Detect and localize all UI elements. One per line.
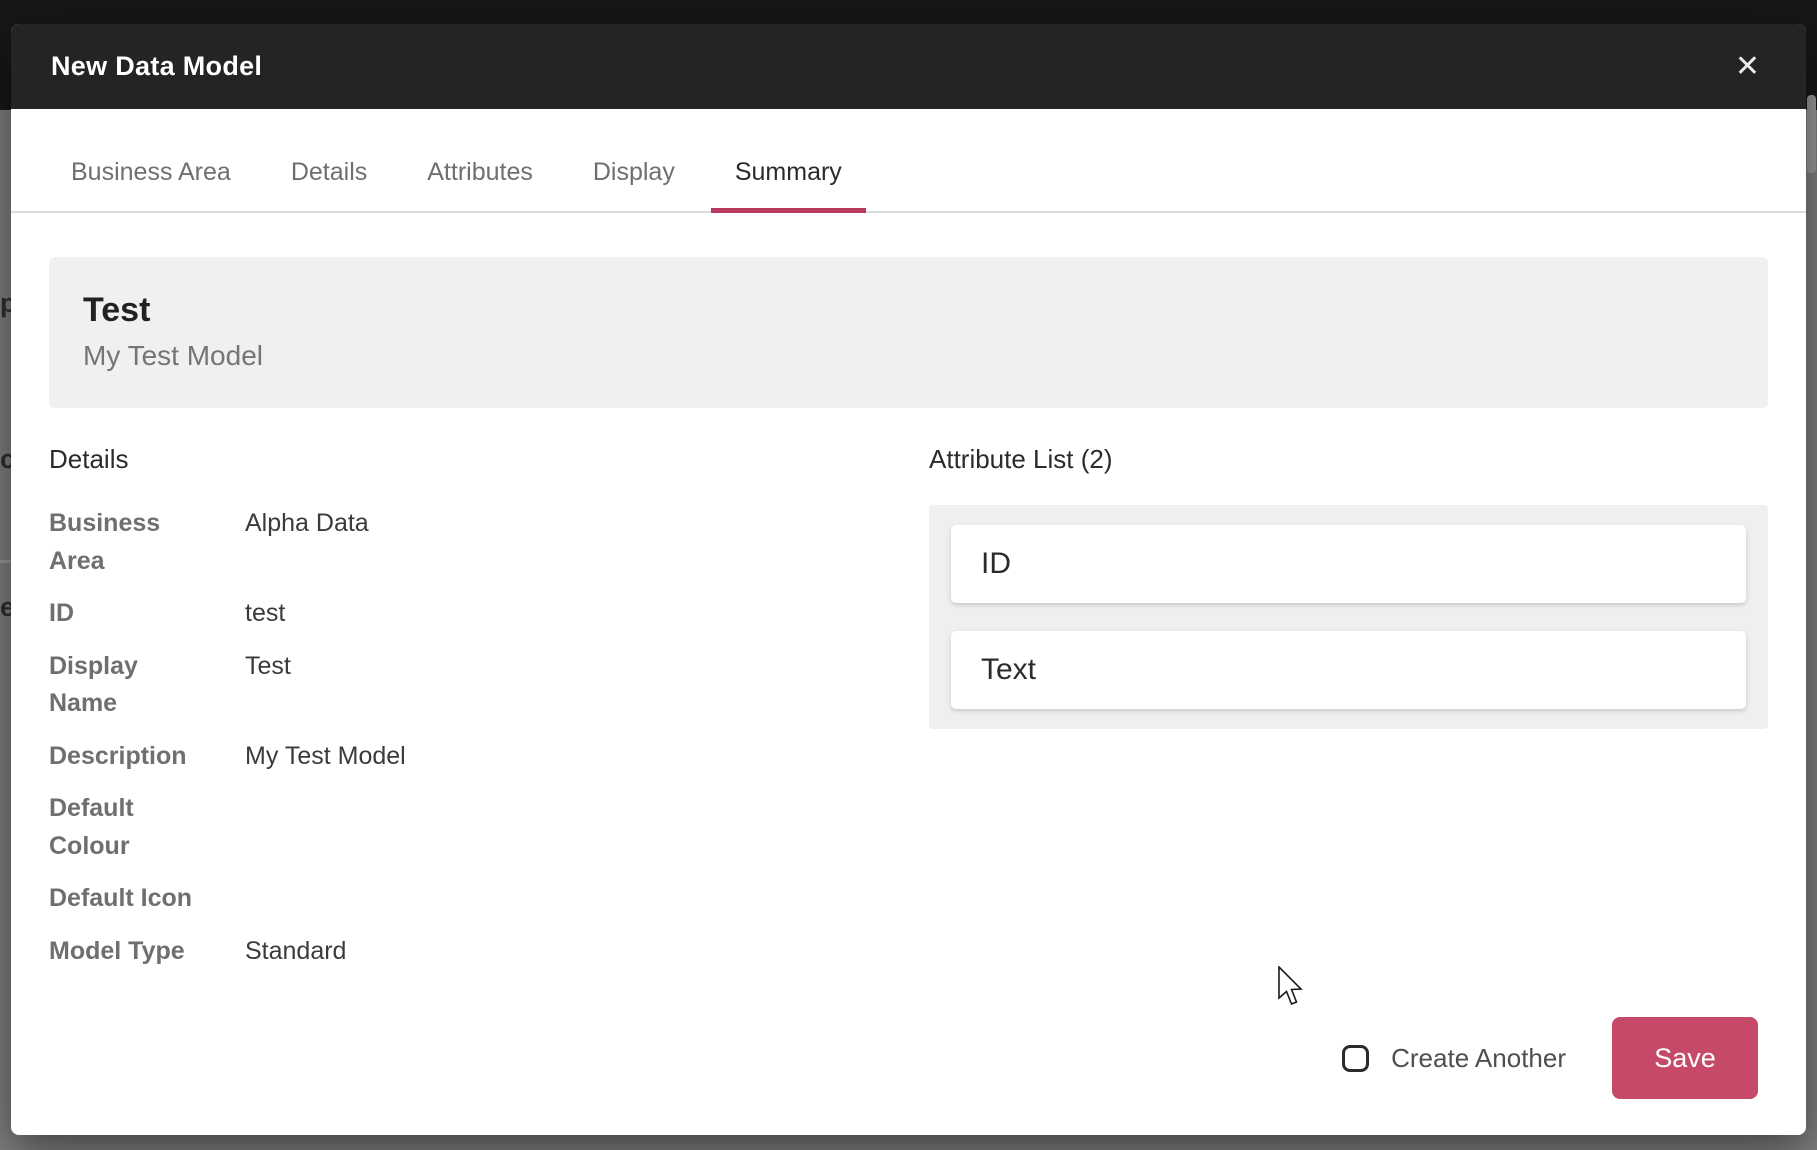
detail-row: Default Colour — [49, 790, 929, 865]
tab-business-area[interactable]: Business Area — [47, 150, 255, 211]
detail-row: Default Icon — [49, 880, 929, 918]
attribute-list-heading: Attribute List (2) — [929, 444, 1768, 475]
dialog-header: New Data Model ✕ — [11, 24, 1806, 109]
details-section: Details Business Area Alpha Data ID test… — [49, 444, 929, 985]
background-scrollbar-thumb[interactable] — [1807, 95, 1816, 173]
detail-label: Business Area — [49, 505, 211, 580]
attribute-card-text[interactable]: Text — [951, 631, 1746, 709]
save-button[interactable]: Save — [1612, 1017, 1758, 1099]
tab-details[interactable]: Details — [267, 150, 391, 211]
create-another-label[interactable]: Create Another — [1391, 1043, 1566, 1074]
detail-label: Model Type — [49, 933, 211, 971]
detail-row: ID test — [49, 595, 929, 633]
detail-label: Display Name — [49, 648, 211, 723]
attribute-list: ID Text — [929, 505, 1768, 729]
new-data-model-dialog: New Data Model ✕ Business Area Details A… — [11, 24, 1806, 1135]
details-heading: Details — [49, 444, 929, 475]
detail-label: Default Icon — [49, 880, 211, 918]
detail-row: Description My Test Model — [49, 738, 929, 776]
model-description: My Test Model — [83, 340, 1734, 372]
detail-label: Description — [49, 738, 211, 776]
detail-row: Display Name Test — [49, 648, 929, 723]
attribute-list-section: Attribute List (2) ID Text — [929, 444, 1768, 985]
tab-display[interactable]: Display — [569, 150, 699, 211]
tab-summary[interactable]: Summary — [711, 150, 866, 211]
detail-value: My Test Model — [245, 738, 406, 776]
detail-label: ID — [49, 595, 211, 633]
detail-value: Alpha Data — [245, 505, 369, 580]
detail-row: Model Type Standard — [49, 933, 929, 971]
dialog-footer: Create Another Save — [1342, 1017, 1758, 1099]
tab-attributes[interactable]: Attributes — [403, 150, 557, 211]
model-display-name: Test — [83, 291, 1734, 330]
detail-row: Business Area Alpha Data — [49, 505, 929, 580]
model-summary-card: Test My Test Model — [49, 257, 1768, 408]
detail-value: test — [245, 595, 285, 633]
detail-value: Test — [245, 648, 291, 723]
tab-bar: Business Area Details Attributes Display… — [11, 150, 1806, 213]
dialog-title: New Data Model — [51, 51, 262, 82]
summary-content: Details Business Area Alpha Data ID test… — [11, 408, 1806, 985]
close-icon[interactable]: ✕ — [1729, 48, 1766, 86]
detail-value: Standard — [245, 933, 346, 971]
create-another-checkbox[interactable] — [1342, 1045, 1369, 1072]
attribute-card-id[interactable]: ID — [951, 525, 1746, 603]
detail-label: Default Colour — [49, 790, 211, 865]
